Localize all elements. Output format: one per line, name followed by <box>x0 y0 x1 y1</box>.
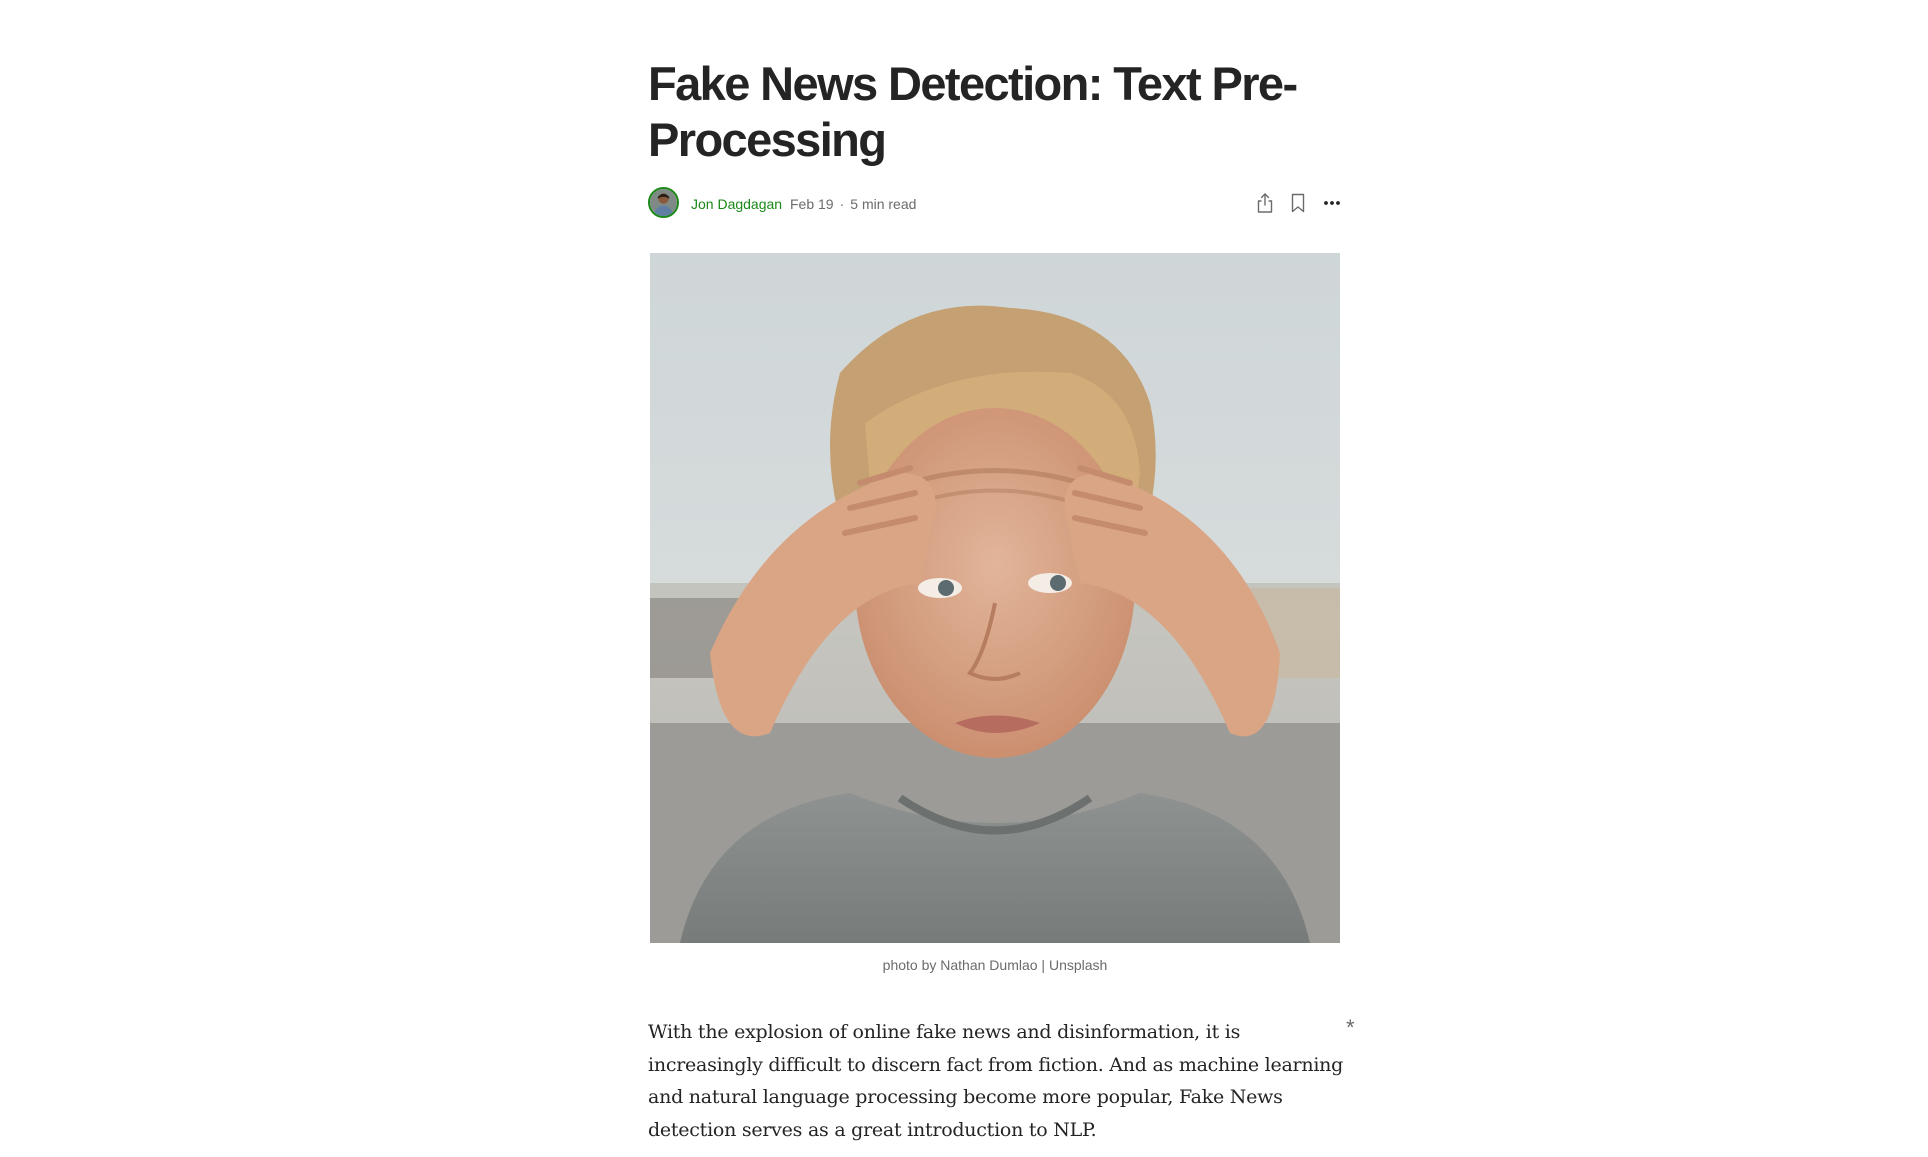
avatar-icon <box>650 189 677 216</box>
bookmark-button[interactable] <box>1286 191 1310 215</box>
byline: Jon Dagdagan Feb 19 · 5 min read <box>648 185 1342 221</box>
share-button[interactable] <box>1253 191 1277 215</box>
hero-photo <box>650 253 1340 943</box>
article-title: Fake News Detection: Text Pre-Processing <box>648 57 1298 166</box>
author-name-link[interactable]: Jon Dagdagan <box>691 195 782 213</box>
post-meta: Feb 19 · 5 min read <box>790 195 916 213</box>
meta-separator: · <box>839 196 845 212</box>
post-date: Feb 19 <box>790 196 834 212</box>
highlight-marker[interactable]: * <box>1346 1015 1355 1041</box>
article-hero-image[interactable] <box>650 253 1340 943</box>
image-caption: photo by Nathan Dumlao | Unsplash <box>882 957 1108 973</box>
more-options-button[interactable] <box>1320 191 1344 215</box>
more-icon <box>1324 201 1340 205</box>
read-time: 5 min read <box>850 196 917 212</box>
article-figure <box>650 253 1340 943</box>
share-icon <box>1257 193 1273 213</box>
article-paragraph: With the explosion of online fake news a… <box>648 1021 1344 1141</box>
author-avatar[interactable] <box>648 187 679 218</box>
bookmark-icon <box>1291 193 1305 213</box>
